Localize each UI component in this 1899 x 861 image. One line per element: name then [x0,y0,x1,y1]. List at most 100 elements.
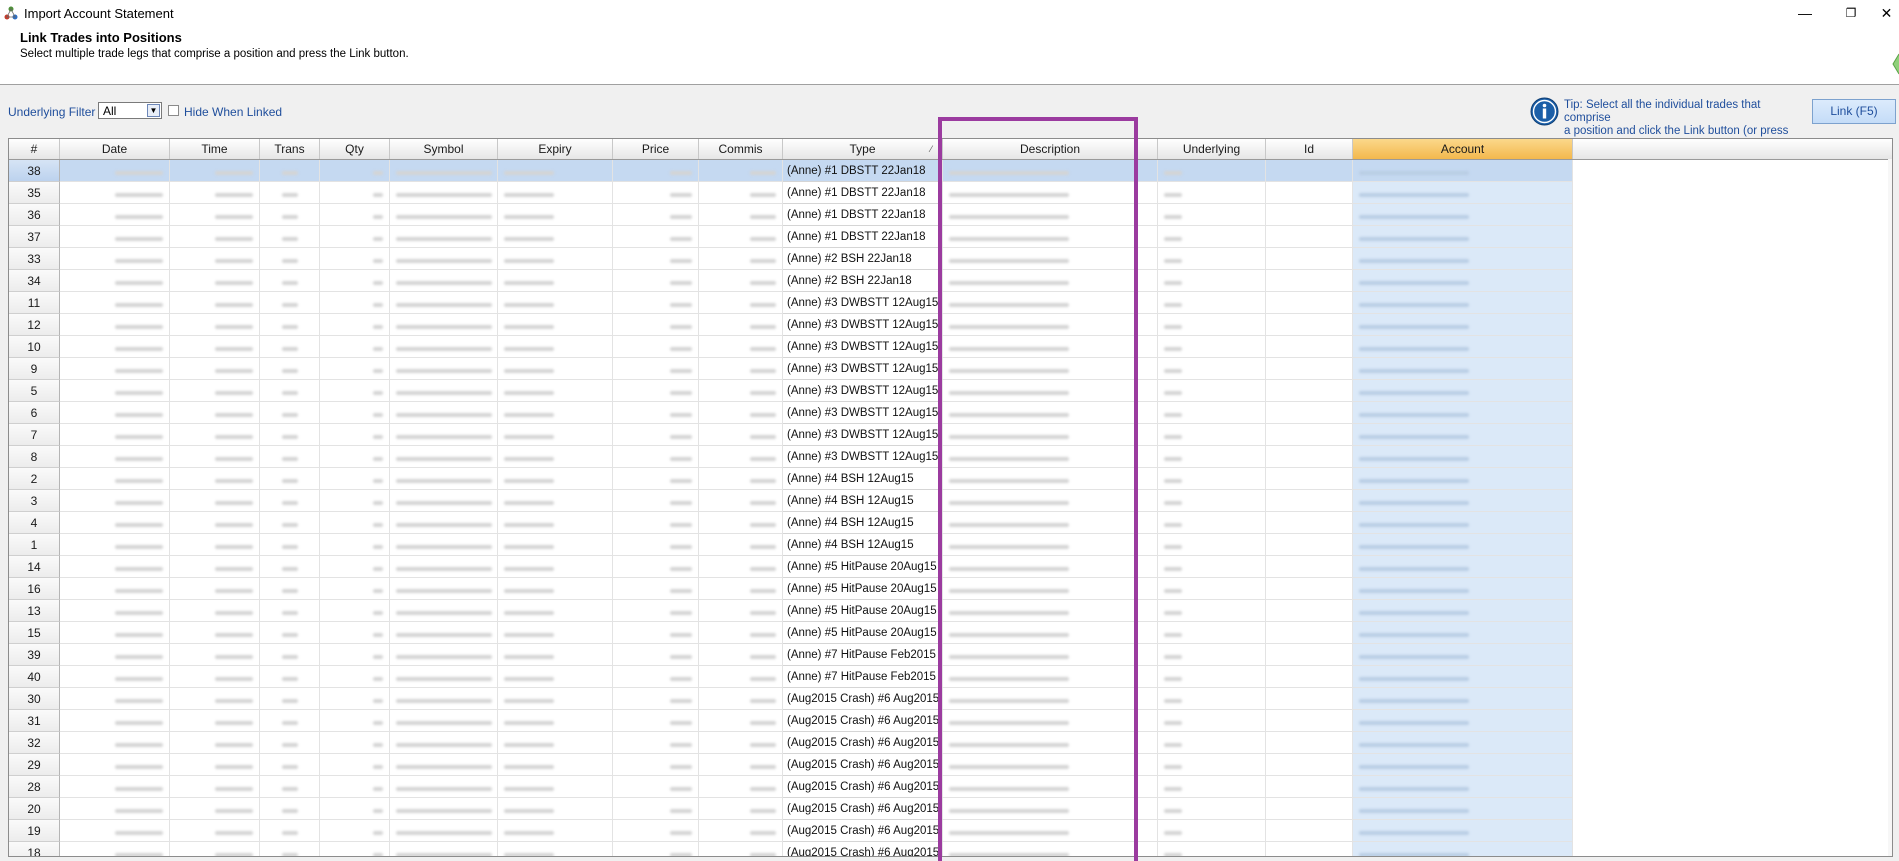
column-header-trans[interactable]: Trans [260,139,320,159]
table-row[interactable]: 4 (Anne) #4 BSH 12Aug15 [9,512,1892,534]
redacted-value [1164,413,1182,417]
redacted-value [281,545,298,549]
vertical-scrollbar[interactable] [1888,159,1892,856]
redacted-value [750,611,776,615]
table-row[interactable]: 18 (Aug2015 Crash) #6 Aug2015 Crash [9,842,1892,856]
cell-symbol [390,578,498,600]
column-header-price[interactable]: Price [613,139,699,159]
hide-when-linked-label[interactable]: Hide When Linked [184,105,282,119]
cell-commis [699,644,783,666]
table-row[interactable]: 20 (Aug2015 Crash) #6 Aug2015 Crash [9,798,1892,820]
table-row[interactable]: 7 (Anne) #3 DWBSTT 12Aug15 [9,424,1892,446]
cell-symbol [390,754,498,776]
redacted-value [281,325,298,329]
table-row[interactable]: 29 (Aug2015 Crash) #6 Aug2015 Crash [9,754,1892,776]
cell-num: 2 [9,468,60,490]
redacted-value [504,655,554,659]
trades-grid[interactable]: # Date Time Trans Qty Symbol Expiry Price Commis… [8,138,1893,857]
table-row[interactable]: 6 (Anne) #3 DWBSTT 12Aug15 [9,402,1892,424]
redacted-value [1359,831,1469,835]
table-row[interactable]: 3 (Anne) #4 BSH 12Aug15 [9,490,1892,512]
column-header-num[interactable]: # [9,139,60,159]
cell-commis [699,798,783,820]
table-row[interactable]: 37 (Anne) #1 DBSTT 22Jan18 [9,226,1892,248]
redacted-value [281,589,298,593]
cell-time [170,226,260,248]
column-header-underlying[interactable]: Underlying [1158,139,1266,159]
cell-price [613,798,699,820]
cell-type: (Aug2015 Crash) #6 Aug2015 Crash [783,798,943,820]
redacted-value [396,413,492,417]
redacted-value [215,215,253,219]
table-row[interactable]: 8 (Anne) #3 DWBSTT 12Aug15 [9,446,1892,468]
cell-expiry [498,798,613,820]
table-row[interactable]: 32 (Aug2015 Crash) #6 Aug2015 Crash [9,732,1892,754]
column-header-time[interactable]: Time [170,139,260,159]
table-row[interactable]: 11 (Anne) #3 DWBSTT 12Aug15 [9,292,1892,314]
redacted-value [281,479,298,483]
cell-description [943,732,1158,754]
redacted-value [504,787,554,791]
cell-trans [260,732,320,754]
table-row[interactable]: 31 (Aug2015 Crash) #6 Aug2015 Crash [9,710,1892,732]
cell-underlying [1158,490,1266,512]
table-row[interactable]: 10 (Anne) #3 DWBSTT 12Aug15 [9,336,1892,358]
redacted-value [750,479,776,483]
table-row[interactable]: 14 (Anne) #5 HitPause 20Aug15 [9,556,1892,578]
column-header-symbol[interactable]: Symbol [390,139,498,159]
table-row[interactable]: 13 (Anne) #5 HitPause 20Aug15 [9,600,1892,622]
table-row[interactable]: 30 (Aug2015 Crash) #6 Aug2015 Crash [9,688,1892,710]
cell-symbol [390,380,498,402]
table-row[interactable]: 33 (Anne) #2 BSH 22Jan18 [9,248,1892,270]
column-header-commis[interactable]: Commis [699,139,783,159]
table-row[interactable]: 36 (Anne) #1 DBSTT 22Jan18 [9,204,1892,226]
cell-date [60,446,170,468]
cell-type: (Anne) #3 DWBSTT 12Aug15 [783,292,943,314]
redacted-value [504,193,554,197]
cell-symbol [390,534,498,556]
redacted-value [281,743,298,747]
chevron-down-icon[interactable]: ▼ [147,104,160,117]
restore-button[interactable]: ❐ [1828,0,1874,26]
redacted-value [949,589,1069,593]
column-header-account[interactable]: Account [1353,139,1573,159]
cell-time [170,600,260,622]
table-row[interactable]: 9 (Anne) #3 DWBSTT 12Aug15 [9,358,1892,380]
table-row[interactable]: 15 (Anne) #5 HitPause 20Aug15 [9,622,1892,644]
minimize-button[interactable]: — [1782,0,1828,26]
column-header-type[interactable]: Type ⁄ [783,139,943,159]
redacted-value [1359,589,1469,593]
table-row[interactable]: 34 (Anne) #2 BSH 22Jan18 [9,270,1892,292]
redacted-value [115,391,163,395]
table-row[interactable]: 5 (Anne) #3 DWBSTT 12Aug15 [9,380,1892,402]
column-header-date[interactable]: Date [60,139,170,159]
cell-expiry [498,468,613,490]
redacted-value [215,523,253,527]
table-row[interactable]: 28 (Aug2015 Crash) #6 Aug2015 Crash [9,776,1892,798]
link-button[interactable]: Link (F5) [1812,99,1896,124]
close-button[interactable]: ✕ [1874,0,1899,26]
redacted-value [949,347,1069,351]
hide-when-linked-checkbox[interactable] [168,105,179,116]
cell-account [1353,644,1573,666]
column-header-expiry[interactable]: Expiry [498,139,613,159]
table-row[interactable]: 12 (Anne) #3 DWBSTT 12Aug15 [9,314,1892,336]
column-header-qty[interactable]: Qty [320,139,390,159]
table-row[interactable]: 35 (Anne) #1 DBSTT 22Jan18 [9,182,1892,204]
table-row[interactable]: 16 (Anne) #5 HitPause 20Aug15 [9,578,1892,600]
redacted-value [750,325,776,329]
column-header-description[interactable]: Description [943,139,1158,159]
redacted-value [504,325,554,329]
table-row[interactable]: 1 (Anne) #4 BSH 12Aug15 [9,534,1892,556]
table-row[interactable]: 19 (Aug2015 Crash) #6 Aug2015 Crash [9,820,1892,842]
table-row[interactable]: 38 (Anne) #1 DBSTT 22Jan18 [9,160,1892,182]
table-row[interactable]: 39 (Anne) #7 HitPause Feb2015 [9,644,1892,666]
column-header-id[interactable]: Id [1266,139,1353,159]
redacted-value [1164,369,1182,373]
redacted-value [115,237,163,241]
table-row[interactable]: 2 (Anne) #4 BSH 12Aug15 [9,468,1892,490]
redacted-value [750,589,776,593]
underlying-filter-dropdown[interactable]: All ▼ [98,102,162,119]
table-row[interactable]: 40 (Anne) #7 HitPause Feb2015 [9,666,1892,688]
cell-time [170,644,260,666]
